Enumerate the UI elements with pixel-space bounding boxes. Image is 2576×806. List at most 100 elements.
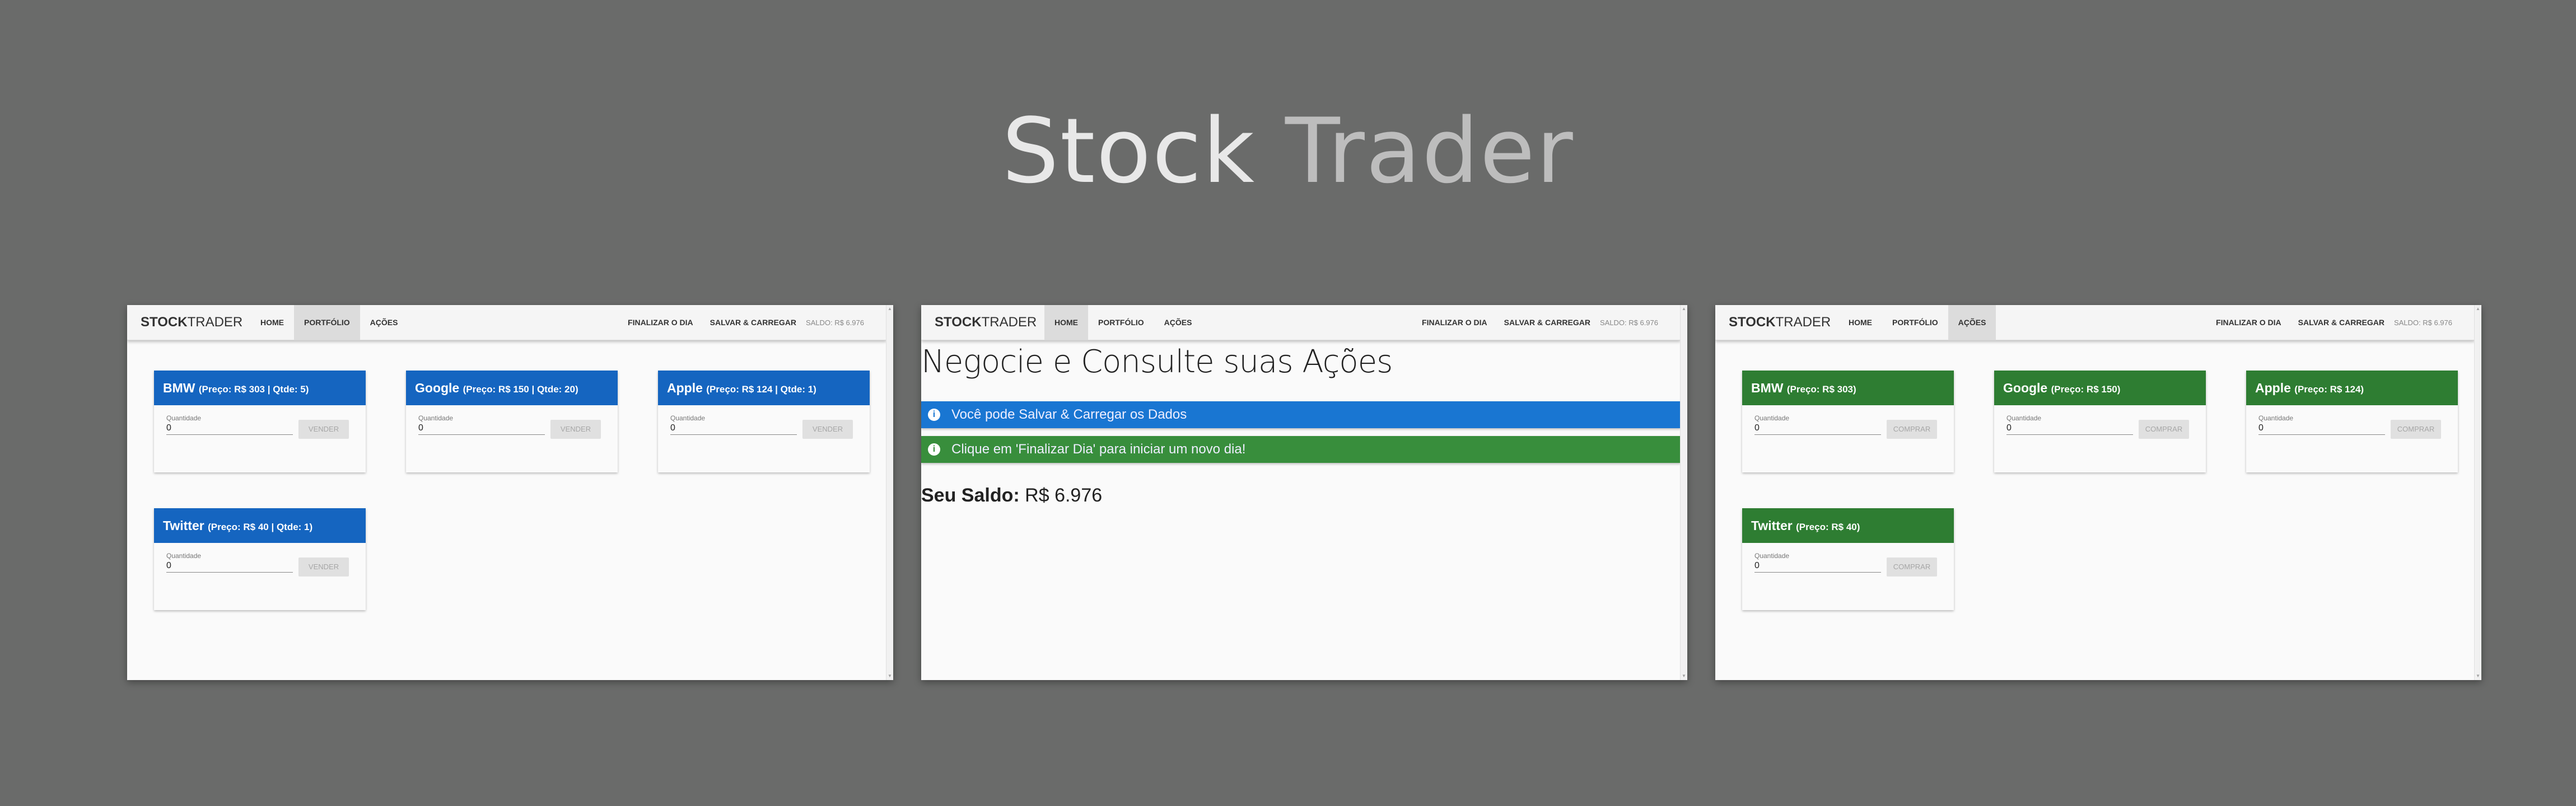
nav-salvar-carregar[interactable]: SALVAR & CARREGAR	[2290, 305, 2393, 340]
stock-name: Twitter	[163, 518, 204, 533]
sell-button[interactable]: VENDER	[550, 420, 601, 439]
scroll-up-icon[interactable]: ▲	[1682, 307, 1686, 311]
scrollbar[interactable]: ▲ ▼	[1680, 305, 1687, 680]
stock-name: Google	[2003, 381, 2048, 395]
stock-name: Google	[415, 381, 460, 395]
navbar: STOCKTRADER HOME PORTFÓLIO AÇÕES FINALIZ…	[127, 305, 886, 340]
sell-button[interactable]: VENDER	[298, 420, 349, 439]
navbar: STOCKTRADER HOME PORTFÓLIO AÇÕES FINALIZ…	[1715, 305, 2475, 340]
stock-details: (Preço: R$ 40 | Qtde: 1)	[208, 522, 313, 532]
stock-card-header: BMW (Preço: R$ 303)	[1742, 371, 1954, 405]
stock-card-header: Twitter (Preço: R$ 40)	[1742, 508, 1954, 543]
nav-salvar-carregar[interactable]: SALVAR & CARREGAR	[702, 305, 805, 340]
info-alert-text: Você pode Salvar & Carregar os Dados	[951, 407, 1187, 422]
info-circle-icon: i	[928, 443, 940, 456]
nav-portfolio[interactable]: PORTFÓLIO	[1882, 305, 1948, 340]
quantity-label: Quantidade	[166, 414, 202, 422]
stock-details: (Preço: R$ 303 | Qtde: 5)	[198, 384, 309, 395]
scroll-down-icon[interactable]: ▼	[888, 674, 892, 678]
nav-finalizar-dia[interactable]: FINALIZAR O DIA	[2208, 305, 2290, 340]
stock-card-bmw: BMW (Preço: R$ 303 | Qtde: 5) Quantidade…	[154, 371, 366, 472]
quantity-input[interactable]	[166, 422, 293, 435]
portfolio-window: STOCKTRADER HOME PORTFÓLIO AÇÕES FINALIZ…	[127, 305, 893, 680]
nav-acoes[interactable]: AÇÕES	[1948, 305, 1996, 340]
nav-acoes[interactable]: AÇÕES	[360, 305, 408, 340]
scroll-down-icon[interactable]: ▼	[2476, 674, 2480, 678]
stock-details: (Preço: R$ 40)	[1796, 522, 1860, 532]
scroll-down-icon[interactable]: ▼	[1682, 674, 1686, 678]
quantity-label: Quantidade	[166, 552, 202, 560]
stock-card-header: Google (Preço: R$ 150 | Qtde: 20)	[406, 371, 618, 405]
stock-name: Twitter	[1751, 518, 1793, 533]
nav-salvar-carregar[interactable]: SALVAR & CARREGAR	[1496, 305, 1599, 340]
stock-card-apple: Apple (Preço: R$ 124 | Qtde: 1) Quantida…	[658, 371, 870, 472]
stock-card-header: Twitter (Preço: R$ 40 | Qtde: 1)	[154, 508, 366, 543]
buy-button[interactable]: COMPRAR	[2391, 420, 2441, 439]
quantity-label: Quantidade	[1754, 414, 1790, 422]
nav-finalizar-dia[interactable]: FINALIZAR O DIA	[1413, 305, 1496, 340]
brand-logo[interactable]: STOCKTRADER	[141, 305, 242, 340]
info-circle-icon: i	[928, 409, 940, 421]
nav-saldo: SALDO: R$ 6.976	[2393, 318, 2452, 327]
balance-label: Seu Saldo:	[921, 485, 1020, 506]
hero-title-trader: Trader	[1285, 99, 1574, 203]
nav-finalizar-dia[interactable]: FINALIZAR O DIA	[619, 305, 702, 340]
scrollbar[interactable]: ▲ ▼	[2474, 305, 2481, 680]
nav-saldo: SALDO: R$ 6.976	[805, 318, 864, 327]
buy-button[interactable]: COMPRAR	[2139, 420, 2189, 439]
buy-button[interactable]: COMPRAR	[1887, 420, 1937, 439]
stock-card-google: Google (Preço: R$ 150) Quantidade COMPRA…	[1994, 371, 2206, 472]
stock-details: (Preço: R$ 150 | Qtde: 20)	[463, 384, 578, 395]
quantity-input[interactable]	[670, 422, 797, 435]
scroll-up-icon[interactable]: ▲	[2476, 307, 2480, 311]
balance-value: R$ 6.976	[1025, 485, 1103, 506]
sell-button[interactable]: VENDER	[802, 420, 853, 439]
sell-button[interactable]: VENDER	[298, 557, 349, 577]
stock-card-bmw: BMW (Preço: R$ 303) Quantidade COMPRAR	[1742, 371, 1954, 472]
quantity-label: Quantidade	[670, 414, 706, 422]
stock-card-google: Google (Preço: R$ 150 | Qtde: 20) Quanti…	[406, 371, 618, 472]
page-title: Negocie e Consulte suas Ações	[921, 344, 1393, 380]
quantity-input[interactable]	[166, 560, 293, 573]
navbar: STOCKTRADER HOME PORTFÓLIO AÇÕES FINALIZ…	[921, 305, 1681, 340]
nav-acoes[interactable]: AÇÕES	[1154, 305, 1202, 340]
quantity-input[interactable]	[2258, 422, 2385, 435]
quantity-input[interactable]	[1754, 560, 1881, 573]
buy-button[interactable]: COMPRAR	[1887, 557, 1937, 577]
quantity-label: Quantidade	[2006, 414, 2042, 422]
home-content: Negocie e Consulte suas Ações i Você pod…	[921, 340, 1681, 680]
quantity-input[interactable]	[1754, 422, 1881, 435]
info-alert: i Você pode Salvar & Carregar os Dados	[921, 401, 1681, 428]
stock-card-apple: Apple (Preço: R$ 124) Quantidade COMPRAR	[2246, 371, 2458, 472]
quantity-input[interactable]	[418, 422, 545, 435]
stock-card-header: Apple (Preço: R$ 124 | Qtde: 1)	[658, 371, 870, 405]
quantity-label: Quantidade	[2258, 414, 2294, 422]
quantity-input[interactable]	[2006, 422, 2133, 435]
hero-title: Stock Trader	[0, 95, 2576, 207]
success-alert: i Clique em 'Finalizar Dia' para iniciar…	[921, 436, 1681, 463]
nav-portfolio[interactable]: PORTFÓLIO	[1088, 305, 1154, 340]
brand-stock: STOCK	[1729, 315, 1776, 330]
stock-name: BMW	[163, 381, 195, 395]
success-alert-text: Clique em 'Finalizar Dia' para iniciar u…	[951, 442, 1246, 457]
stock-details: (Preço: R$ 150)	[2051, 384, 2121, 395]
scroll-up-icon[interactable]: ▲	[888, 307, 892, 311]
nav-portfolio[interactable]: PORTFÓLIO	[294, 305, 360, 340]
acoes-window: STOCKTRADER HOME PORTFÓLIO AÇÕES FINALIZ…	[1715, 305, 2481, 680]
hero-title-stock: Stock	[1002, 99, 1256, 203]
stock-name: Apple	[2255, 381, 2291, 395]
nav-saldo: SALDO: R$ 6.976	[1599, 318, 1658, 327]
brand-logo[interactable]: STOCKTRADER	[935, 305, 1037, 340]
brand-logo[interactable]: STOCKTRADER	[1729, 305, 1831, 340]
portfolio-content: BMW (Preço: R$ 303 | Qtde: 5) Quantidade…	[127, 340, 886, 680]
home-window: STOCKTRADER HOME PORTFÓLIO AÇÕES FINALIZ…	[921, 305, 1687, 680]
nav-home[interactable]: HOME	[1044, 305, 1088, 340]
nav-home[interactable]: HOME	[250, 305, 294, 340]
brand-trader: TRADER	[1775, 315, 1831, 330]
scrollbar[interactable]: ▲ ▼	[886, 305, 893, 680]
brand-stock: STOCK	[141, 315, 188, 330]
brand-trader: TRADER	[981, 315, 1037, 330]
nav-home[interactable]: HOME	[1838, 305, 1882, 340]
stock-card-header: BMW (Preço: R$ 303 | Qtde: 5)	[154, 371, 366, 405]
acoes-content: BMW (Preço: R$ 303) Quantidade COMPRAR G…	[1715, 340, 2475, 680]
